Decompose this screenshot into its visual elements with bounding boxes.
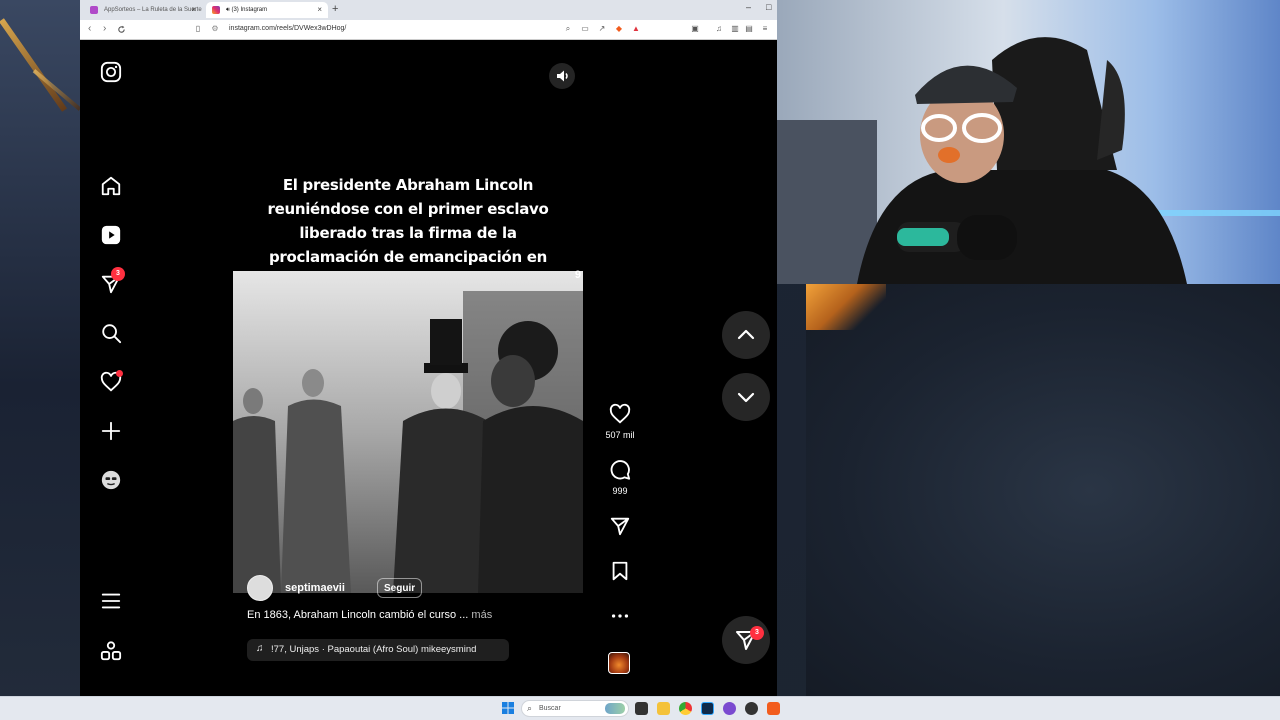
previous-reel-button[interactable] (722, 311, 770, 359)
app-icon[interactable] (723, 702, 736, 715)
chrome-icon[interactable] (679, 702, 692, 715)
audio-title: !77, Unjaps · Papaoutai (Afro Soul) mike… (271, 644, 477, 655)
tab-bar: AppSorteos – La Ruleta de la Suerte × 🔊︎… (80, 0, 777, 20)
author-avatar[interactable] (247, 575, 273, 601)
reel-photo-illustration (233, 271, 583, 593)
taskbar-search-placeholder: Buscar (539, 705, 561, 712)
comment-icon[interactable] (609, 459, 631, 481)
background-glow (806, 284, 886, 330)
like-heart-icon[interactable] (609, 403, 631, 425)
browser-window: AppSorteos – La Ruleta de la Suerte × 🔊︎… (80, 0, 777, 696)
chevron-up-icon (737, 329, 755, 340)
speaker-icon (557, 70, 568, 82)
extensions-icon[interactable]: ▤ (744, 24, 754, 34)
messages-badge: 3 (111, 267, 125, 281)
instagram-logo-icon[interactable] (100, 61, 122, 83)
minimize-button[interactable]: – (746, 2, 751, 12)
reels-icon[interactable] (100, 224, 122, 246)
sidebar-toggle-icon[interactable]: ▣ (690, 24, 700, 34)
description-text: En 1863, Abraham Lincoln cambió el curso… (247, 609, 469, 621)
photoshop-icon[interactable] (701, 702, 714, 715)
search-icon: ⌕ (527, 703, 533, 713)
save-bookmark-icon[interactable] (609, 560, 631, 582)
reel-actions: 507 mil 999 (596, 40, 644, 696)
tab-label: AppSorteos – La Ruleta de la Suerte (104, 7, 202, 13)
notifications-nav[interactable] (100, 370, 123, 393)
reel-description: En 1863, Abraham Lincoln cambió el curso… (247, 609, 492, 621)
search-icon[interactable] (100, 322, 122, 344)
tab-instagram[interactable]: 🔊︎ (3) Instagram × (206, 2, 328, 18)
next-reel-button[interactable] (722, 373, 770, 421)
new-tab-button[interactable]: + (332, 3, 338, 15)
close-tab-icon[interactable]: × (191, 5, 196, 14)
appsorteos-favicon-icon (90, 6, 98, 14)
obs-icon[interactable] (745, 702, 758, 715)
instagram-sidebar: 3 (80, 40, 142, 690)
messages-fab-button[interactable]: 3 (722, 616, 770, 664)
zoom-icon[interactable]: ⌕ (563, 24, 573, 34)
search-highlight-icon (605, 703, 625, 714)
maximize-button[interactable]: □ (766, 2, 771, 12)
task-view-icon[interactable] (635, 702, 648, 715)
author-username[interactable]: septimaevii (285, 582, 345, 594)
brave-icon[interactable] (767, 702, 780, 715)
reader-icon[interactable]: ▭ (580, 24, 590, 34)
webcam-feed (777, 0, 1280, 284)
more-link[interactable]: más (471, 609, 492, 621)
desktop-left-strip (0, 0, 82, 700)
also-from-meta-icon[interactable] (100, 640, 122, 662)
media-icon[interactable]: ♫ (714, 24, 724, 34)
send-icon (736, 631, 756, 650)
brave-rewards-icon[interactable]: ▲ (631, 24, 641, 34)
share-send-icon[interactable] (609, 515, 631, 537)
brave-shield-icon[interactable]: ◆ (614, 24, 624, 34)
instagram-page: 3 El presidente Abraham Lincoln reuniénd… (80, 40, 777, 696)
forward-icon[interactable]: › (103, 23, 106, 34)
comments-count: 999 (612, 486, 628, 496)
bookmark-icon[interactable]: ▯ (193, 24, 203, 34)
home-icon[interactable] (100, 175, 122, 197)
tab-appsorteos[interactable]: AppSorteos – La Ruleta de la Suerte × (84, 2, 202, 18)
audio-thumbnail[interactable] (608, 652, 630, 674)
windows-taskbar: ⌕ Buscar (0, 696, 1280, 720)
close-tab-icon[interactable]: × (317, 5, 322, 14)
share-icon[interactable]: ↗ (597, 24, 607, 34)
reel-photo (233, 271, 583, 593)
reel-video[interactable]: El presidente Abraham Lincoln reuniéndos… (233, 55, 583, 677)
likes-count: 507 mil (605, 430, 635, 440)
wallet-icon[interactable]: ▥ (730, 24, 740, 34)
webcam-overlay (777, 0, 1280, 284)
audio-pill[interactable]: ♫ !77, Unjaps · Papaoutai (Afro Soul) mi… (247, 639, 509, 661)
menu-icon[interactable]: ≡ (760, 24, 770, 34)
create-plus-icon[interactable] (100, 420, 122, 442)
reload-icon[interactable] (117, 25, 126, 34)
sound-toggle-button[interactable] (549, 63, 575, 89)
profile-avatar-icon[interactable] (100, 469, 122, 491)
start-windows-icon[interactable] (502, 702, 514, 714)
tab-label: (3) Instagram (231, 7, 268, 13)
messages-nav[interactable]: 3 (100, 267, 125, 295)
instagram-favicon-icon (212, 6, 220, 14)
notification-dot (116, 370, 123, 377)
chevron-down-icon (737, 392, 755, 403)
url-text[interactable]: instagram.com/reels/DVWex3wDHog/ (229, 25, 346, 32)
taskbar-search[interactable]: ⌕ Buscar (521, 700, 629, 717)
address-bar: ‹ › ▯ ⚙ instagram.com/reels/DVWex3wDHog/… (80, 20, 777, 40)
reel-corner-number: 9 (574, 269, 581, 281)
light-streak (0, 18, 68, 112)
speaker-icon: 🔊︎ (226, 7, 230, 13)
site-info-icon[interactable]: ⚙ (210, 24, 220, 34)
follow-button[interactable]: Seguir (377, 578, 423, 598)
back-icon[interactable]: ‹ (88, 23, 91, 34)
more-menu-icon[interactable] (100, 590, 122, 612)
messages-fab-badge: 3 (750, 626, 764, 640)
more-options-icon[interactable] (609, 605, 631, 627)
music-note-icon: ♫ (256, 643, 264, 654)
file-explorer-icon[interactable] (657, 702, 670, 715)
desktop-right-area (806, 284, 1280, 696)
